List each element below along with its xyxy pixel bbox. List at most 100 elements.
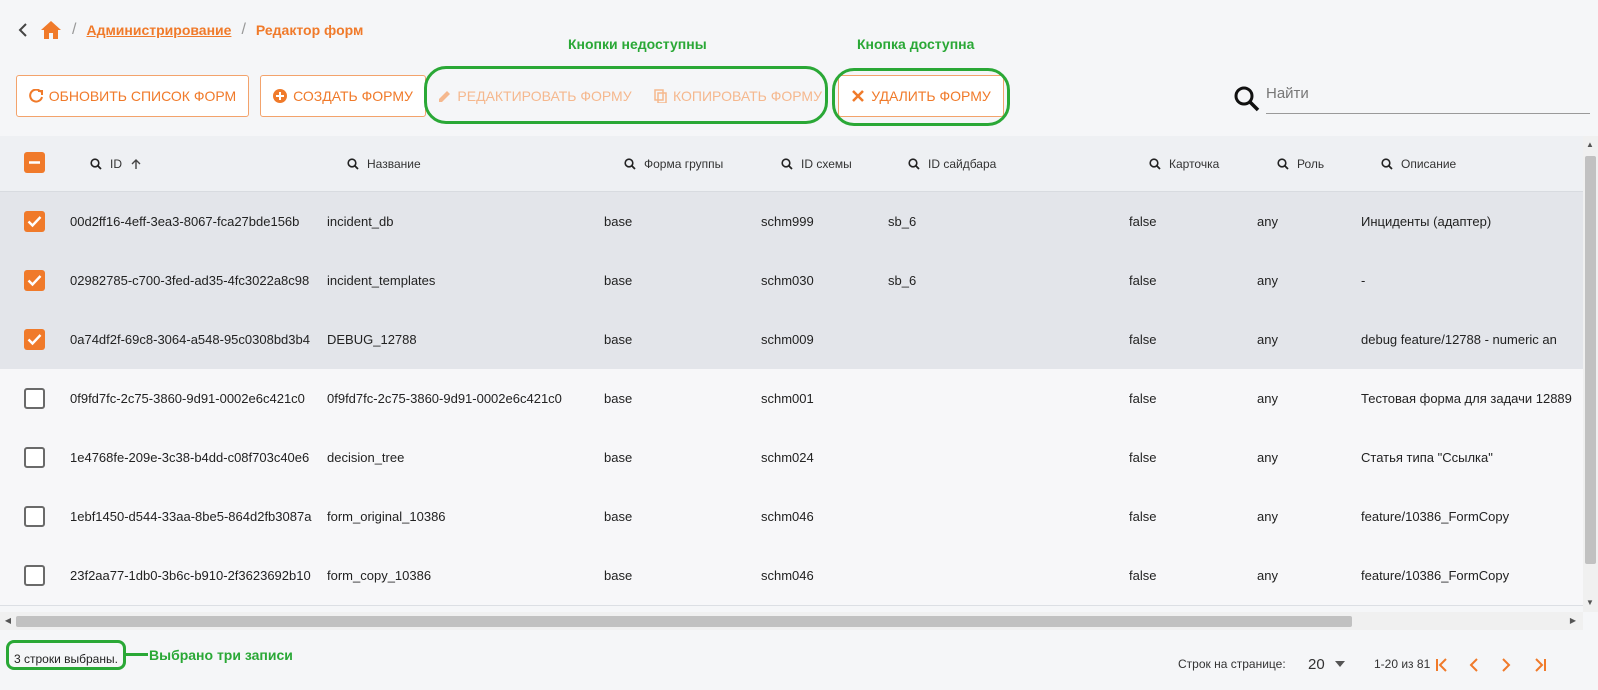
refresh-forms-label: ОБНОВИТЬ СПИСОК ФОРМ [48, 88, 237, 104]
cell-description: Статья типа "Ссылка" [1361, 450, 1493, 465]
search-icon [1234, 86, 1260, 112]
cell-group: base [604, 450, 633, 465]
column-title-sidebar: ID сайдбара [928, 157, 997, 171]
cell-id: 1e4768fe-209e-3c38-b4dd-c08f703c40e6 [70, 450, 310, 465]
row-checkbox[interactable] [24, 388, 45, 409]
cell-description: Тестовая форма для задачи 12889 [1361, 391, 1572, 406]
cell-schema: schm046 [761, 509, 814, 524]
cell-sidebar [888, 369, 1088, 428]
search-icon[interactable] [90, 158, 102, 170]
cell-sidebar: sb_6 [888, 214, 917, 229]
checkmark-icon [27, 216, 42, 228]
checkmark-icon [27, 275, 42, 287]
column-title-group: Форма группы [644, 157, 724, 171]
search-icon[interactable] [624, 158, 636, 170]
row-checkbox[interactable] [24, 506, 45, 527]
back-chevron-icon[interactable] [18, 20, 30, 40]
row-checkbox-checked[interactable] [24, 211, 45, 232]
cell-sidebar [888, 310, 1088, 369]
table-row[interactable]: 0a74df2f-69c8-3064-a548-95c0308bd3b4 DEBU… [0, 310, 1583, 370]
cell-description: feature/10386_FormCopy [1361, 509, 1510, 524]
search-icon[interactable] [1277, 158, 1289, 170]
cell-sidebar: sb_6 [888, 273, 917, 288]
app-root: / Администрирование / Редактор форм Кноп… [0, 0, 1598, 690]
cell-group: base [604, 332, 633, 347]
column-header-schema[interactable]: ID схемы [781, 136, 852, 192]
cell-role: any [1257, 568, 1278, 583]
column-title-description: Описание [1401, 157, 1457, 171]
table-row[interactable]: 23f2aa77-1db0-3b6c-b910-2f3623692b10 form… [0, 546, 1583, 606]
cell-group: base [604, 509, 633, 524]
search-input[interactable] [1266, 74, 1590, 114]
annotation-three-selected: Выбрано три записи [149, 647, 293, 663]
row-checkbox[interactable] [24, 565, 45, 586]
cell-role: any [1257, 391, 1278, 406]
table-row[interactable]: 1ebf1450-d544-33aa-8be5-864d2fb3087a form… [0, 487, 1583, 547]
select-all-checkbox[interactable] [24, 152, 45, 173]
vertical-scrollbar[interactable]: ▲ ▼ [1583, 136, 1598, 612]
column-title-role: Роль [1297, 157, 1325, 171]
scroll-down-arrow-icon[interactable]: ▼ [1585, 598, 1595, 608]
cell-schema: schm999 [761, 214, 814, 229]
row-checkbox-checked[interactable] [24, 329, 45, 350]
cell-name: 0f9fd7fc-2c75-3860-9d91-0002e6c421c0 [327, 391, 562, 406]
column-header-name[interactable]: Название [347, 136, 421, 192]
next-page-icon[interactable] [1494, 653, 1518, 677]
column-header-card[interactable]: Карточка [1149, 136, 1219, 192]
cell-name: decision_tree [327, 450, 405, 465]
breadcrumb-separator: / [72, 21, 77, 38]
home-icon[interactable] [40, 20, 62, 40]
scroll-left-arrow-icon[interactable]: ◀ [3, 616, 13, 626]
cell-role: any [1257, 273, 1278, 288]
forms-table: ID Название Форма группы ID схемы ID сай… [0, 136, 1598, 634]
refresh-forms-button[interactable]: ОБНОВИТЬ СПИСОК ФОРМ [16, 75, 249, 117]
search-icon[interactable] [1149, 158, 1161, 170]
cell-role: any [1257, 332, 1278, 347]
column-header-description[interactable]: Описание [1381, 136, 1456, 192]
breadcrumb-separator: / [241, 21, 246, 38]
cell-schema: schm009 [761, 332, 814, 347]
cell-schema: schm001 [761, 391, 814, 406]
cell-group: base [604, 391, 633, 406]
scroll-up-arrow-icon[interactable]: ▲ [1585, 140, 1595, 150]
table-row[interactable]: 00d2ff16-4eff-3ea3-8067-fca27bde156b inci… [0, 192, 1583, 252]
column-header-role[interactable]: Роль [1277, 136, 1324, 192]
horizontal-scrollbar[interactable]: ◀ ▶ [0, 612, 1583, 630]
cell-group: base [604, 273, 633, 288]
row-checkbox-checked[interactable] [24, 270, 45, 291]
last-page-icon[interactable] [1528, 653, 1552, 677]
cell-sidebar [888, 428, 1088, 487]
breadcrumb-link-admin[interactable]: Администрирование [86, 22, 231, 38]
table-row[interactable]: 0f9fd7fc-2c75-3860-9d91-0002e6c421c0 0f9f… [0, 369, 1583, 429]
search-icon[interactable] [781, 158, 793, 170]
annotation-connector [126, 653, 148, 656]
cell-description: - [1361, 273, 1366, 288]
sort-ascending-icon[interactable] [130, 158, 142, 170]
scroll-right-arrow-icon[interactable]: ▶ [1568, 616, 1578, 626]
column-header-sidebar[interactable]: ID сайдбара [908, 136, 996, 192]
column-header-id[interactable]: ID [90, 136, 142, 192]
table-row[interactable]: 02982785-c700-3fed-ad35-4fc3022a8c98 inci… [0, 251, 1583, 311]
cell-id: 02982785-c700-3fed-ad35-4fc3022a8c98 [70, 273, 310, 288]
vertical-scrollbar-thumb[interactable] [1585, 156, 1596, 564]
row-checkbox[interactable] [24, 447, 45, 468]
previous-page-icon[interactable] [1462, 653, 1486, 677]
column-header-group[interactable]: Форма группы [624, 136, 723, 192]
search-icon[interactable] [908, 158, 920, 170]
cell-id: 1ebf1450-d544-33aa-8be5-864d2fb3087a [70, 509, 312, 524]
cell-card: false [1129, 391, 1157, 406]
page-range-text: 1-20 из 81 [1374, 657, 1431, 671]
first-page-icon[interactable] [1430, 653, 1454, 677]
cell-role: any [1257, 450, 1278, 465]
cell-name: form_copy_10386 [327, 568, 432, 583]
cell-name: DEBUG_12788 [327, 332, 417, 347]
cell-schema: schm030 [761, 273, 814, 288]
rows-per-page-select[interactable]: 20 [1308, 652, 1358, 676]
search-icon[interactable] [347, 158, 359, 170]
table-header: ID Название Форма группы ID схемы ID сай… [0, 136, 1583, 192]
search-icon[interactable] [1381, 158, 1393, 170]
table-row[interactable]: 1e4768fe-209e-3c38-b4dd-c08f703c40e6 deci… [0, 428, 1583, 488]
horizontal-scrollbar-thumb[interactable] [16, 616, 1352, 627]
breadcrumb: / Администрирование / Редактор форм [18, 18, 363, 42]
create-form-button[interactable]: СОЗДАТЬ ФОРМУ [260, 75, 426, 117]
